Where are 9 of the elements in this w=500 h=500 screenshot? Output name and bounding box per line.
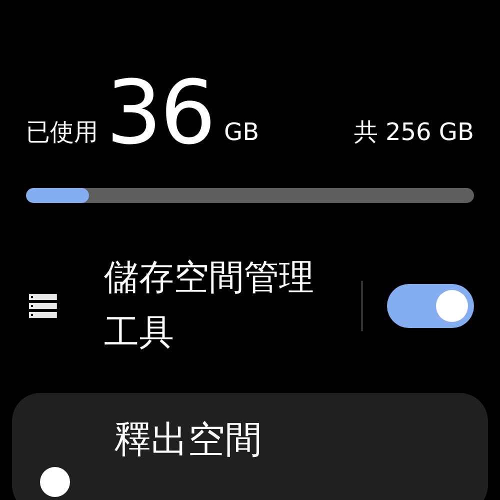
unit-label: GB <box>224 120 260 148</box>
toggle-switch[interactable] <box>387 284 474 328</box>
used-label: 已使用 <box>26 120 98 148</box>
setting-label: 儲存空間管理工具 <box>104 257 315 356</box>
storage-list-icon <box>28 293 58 320</box>
circle-icon <box>38 465 72 500</box>
card-title: 釋出空間 <box>114 421 263 458</box>
used-value: 36 <box>106 78 214 148</box>
total-capacity: 共 256 GB <box>354 120 474 148</box>
